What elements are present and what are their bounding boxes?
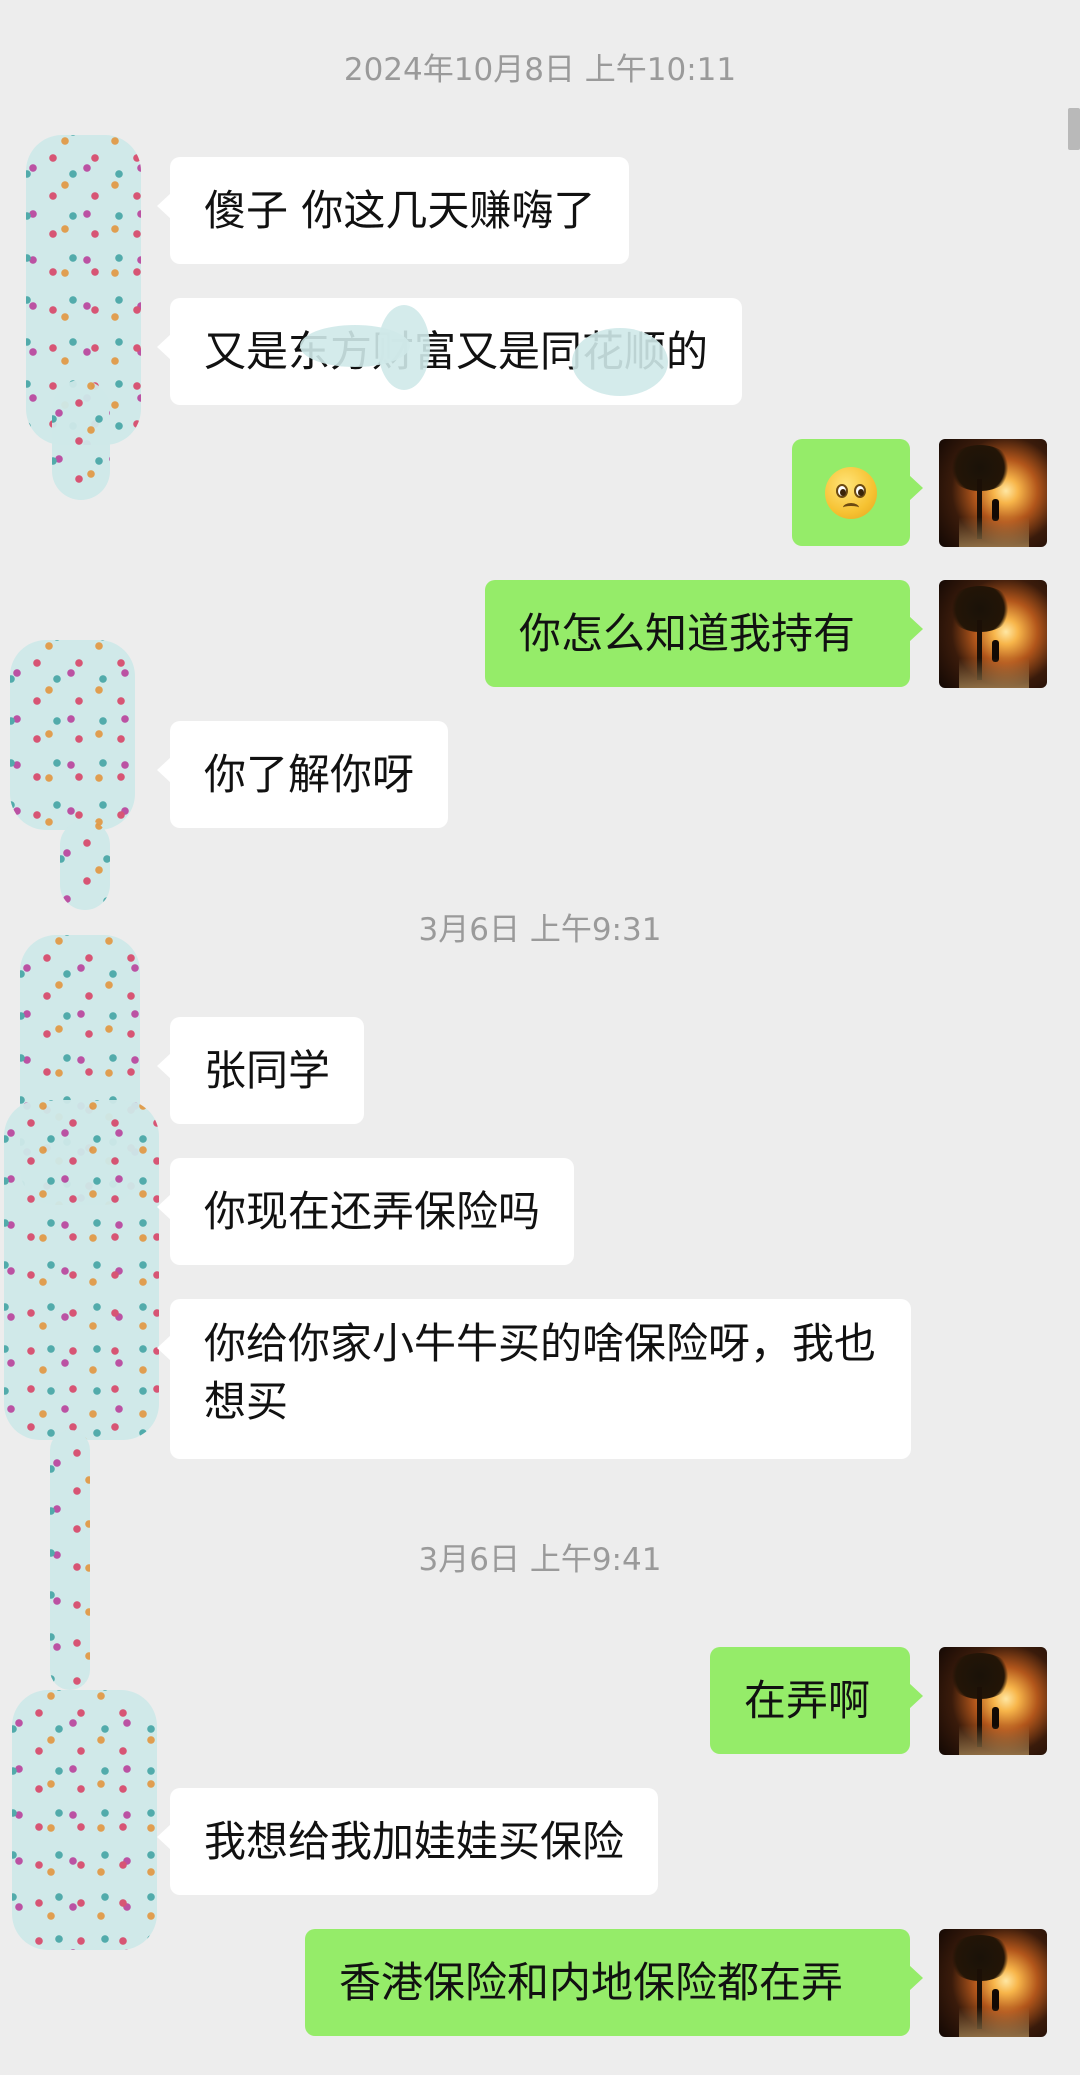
incoming-message[interactable]: 你了解你呀 [156, 721, 449, 828]
scrollbar[interactable] [1068, 108, 1080, 150]
incoming-message[interactable]: 傻子 你这几天赚嗨了 [156, 157, 630, 264]
avatar[interactable] [939, 1647, 1047, 1755]
outgoing-message[interactable] [792, 439, 923, 546]
avatar-obscured [12, 1690, 157, 1950]
timestamp: 3月6日 上午9:41 [418, 1542, 662, 1578]
incoming-message[interactable]: 张同学 [156, 1017, 365, 1124]
incoming-message[interactable]: 你给你家小牛牛买的啥保险呀，我也想买 [157, 1299, 911, 1459]
timestamp: 2024年10月8日 上午10:11 [343, 52, 737, 88]
message-text: 在弄啊 [744, 1675, 871, 1725]
timestamp: 3月6日 上午9:31 [418, 912, 662, 948]
message-text: 我想给我加娃娃买保险 [204, 1816, 625, 1866]
avatar-obscured [4, 1100, 159, 1440]
outgoing-message[interactable]: 在弄啊 [710, 1647, 923, 1754]
message-text: 傻子 你这几天赚嗨了 [204, 185, 596, 235]
outgoing-message[interactable]: 香港保险和内地保险都在弄 [305, 1929, 923, 2036]
pleading-face-icon [825, 466, 877, 519]
redaction-scribble [572, 328, 668, 396]
avatar-obscured [52, 380, 110, 500]
avatar[interactable] [939, 439, 1047, 547]
redaction-scribble [378, 305, 430, 390]
avatar-obscured [60, 820, 110, 910]
message-text: 你怎么知道我持有 [519, 608, 856, 658]
avatar[interactable] [939, 1929, 1047, 2037]
message-text: 你了解你呀 [204, 749, 415, 799]
outgoing-message[interactable]: 你怎么知道我持有 [485, 580, 923, 687]
message-text: 你现在还弄保险吗 [204, 1186, 541, 1236]
avatar[interactable] [939, 580, 1047, 688]
message-text: 你给你家小牛牛买的啥保险呀，我也想买 [204, 1319, 877, 1426]
message-text: 张同学 [204, 1045, 331, 1095]
avatar-obscured [50, 1430, 90, 1690]
incoming-message[interactable]: 我想给我加娃娃买保险 [156, 1788, 659, 1895]
avatar-obscured [10, 640, 135, 830]
message-text: 香港保险和内地保险都在弄 [339, 1957, 844, 2007]
incoming-message[interactable]: 你现在还弄保险吗 [156, 1158, 575, 1265]
